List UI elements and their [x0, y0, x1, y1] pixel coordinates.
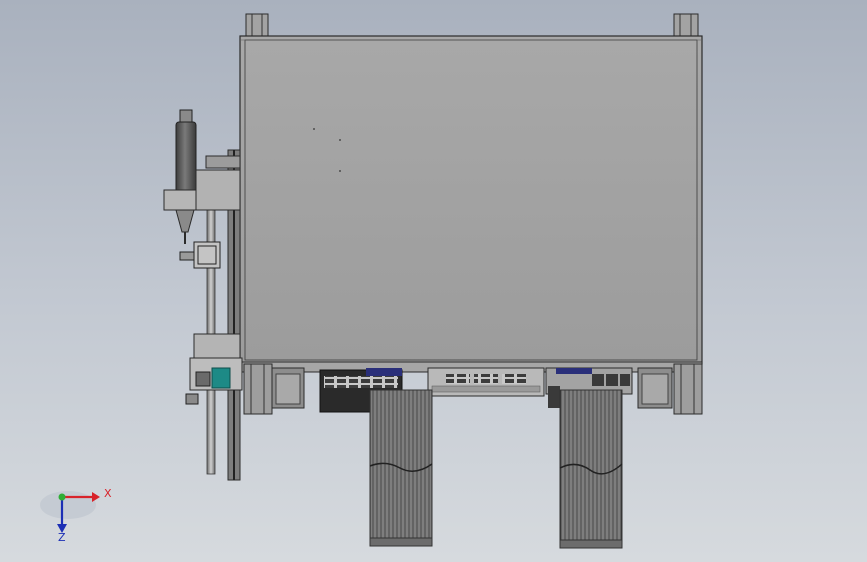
cad-viewport[interactable]: X Z [0, 0, 867, 562]
signal-connector-board[interactable] [427, 367, 545, 397]
top-left-post [245, 13, 269, 39]
triad-x-label: X [104, 487, 112, 500]
z-carriage[interactable] [195, 155, 241, 211]
right-cable-bundle[interactable] [559, 389, 623, 549]
right-stepper-motor[interactable] [637, 367, 673, 409]
axis-triad: X Z [40, 487, 112, 544]
main-enclosure-panel[interactable] [239, 35, 703, 365]
left-cable-bundle[interactable] [369, 389, 433, 547]
left-stepper-motor[interactable] [271, 367, 305, 409]
triad-z-label: Z [58, 531, 66, 544]
top-right-post [673, 13, 699, 39]
triad-y-dot [58, 493, 66, 501]
linear-bearing-block[interactable] [179, 241, 221, 269]
